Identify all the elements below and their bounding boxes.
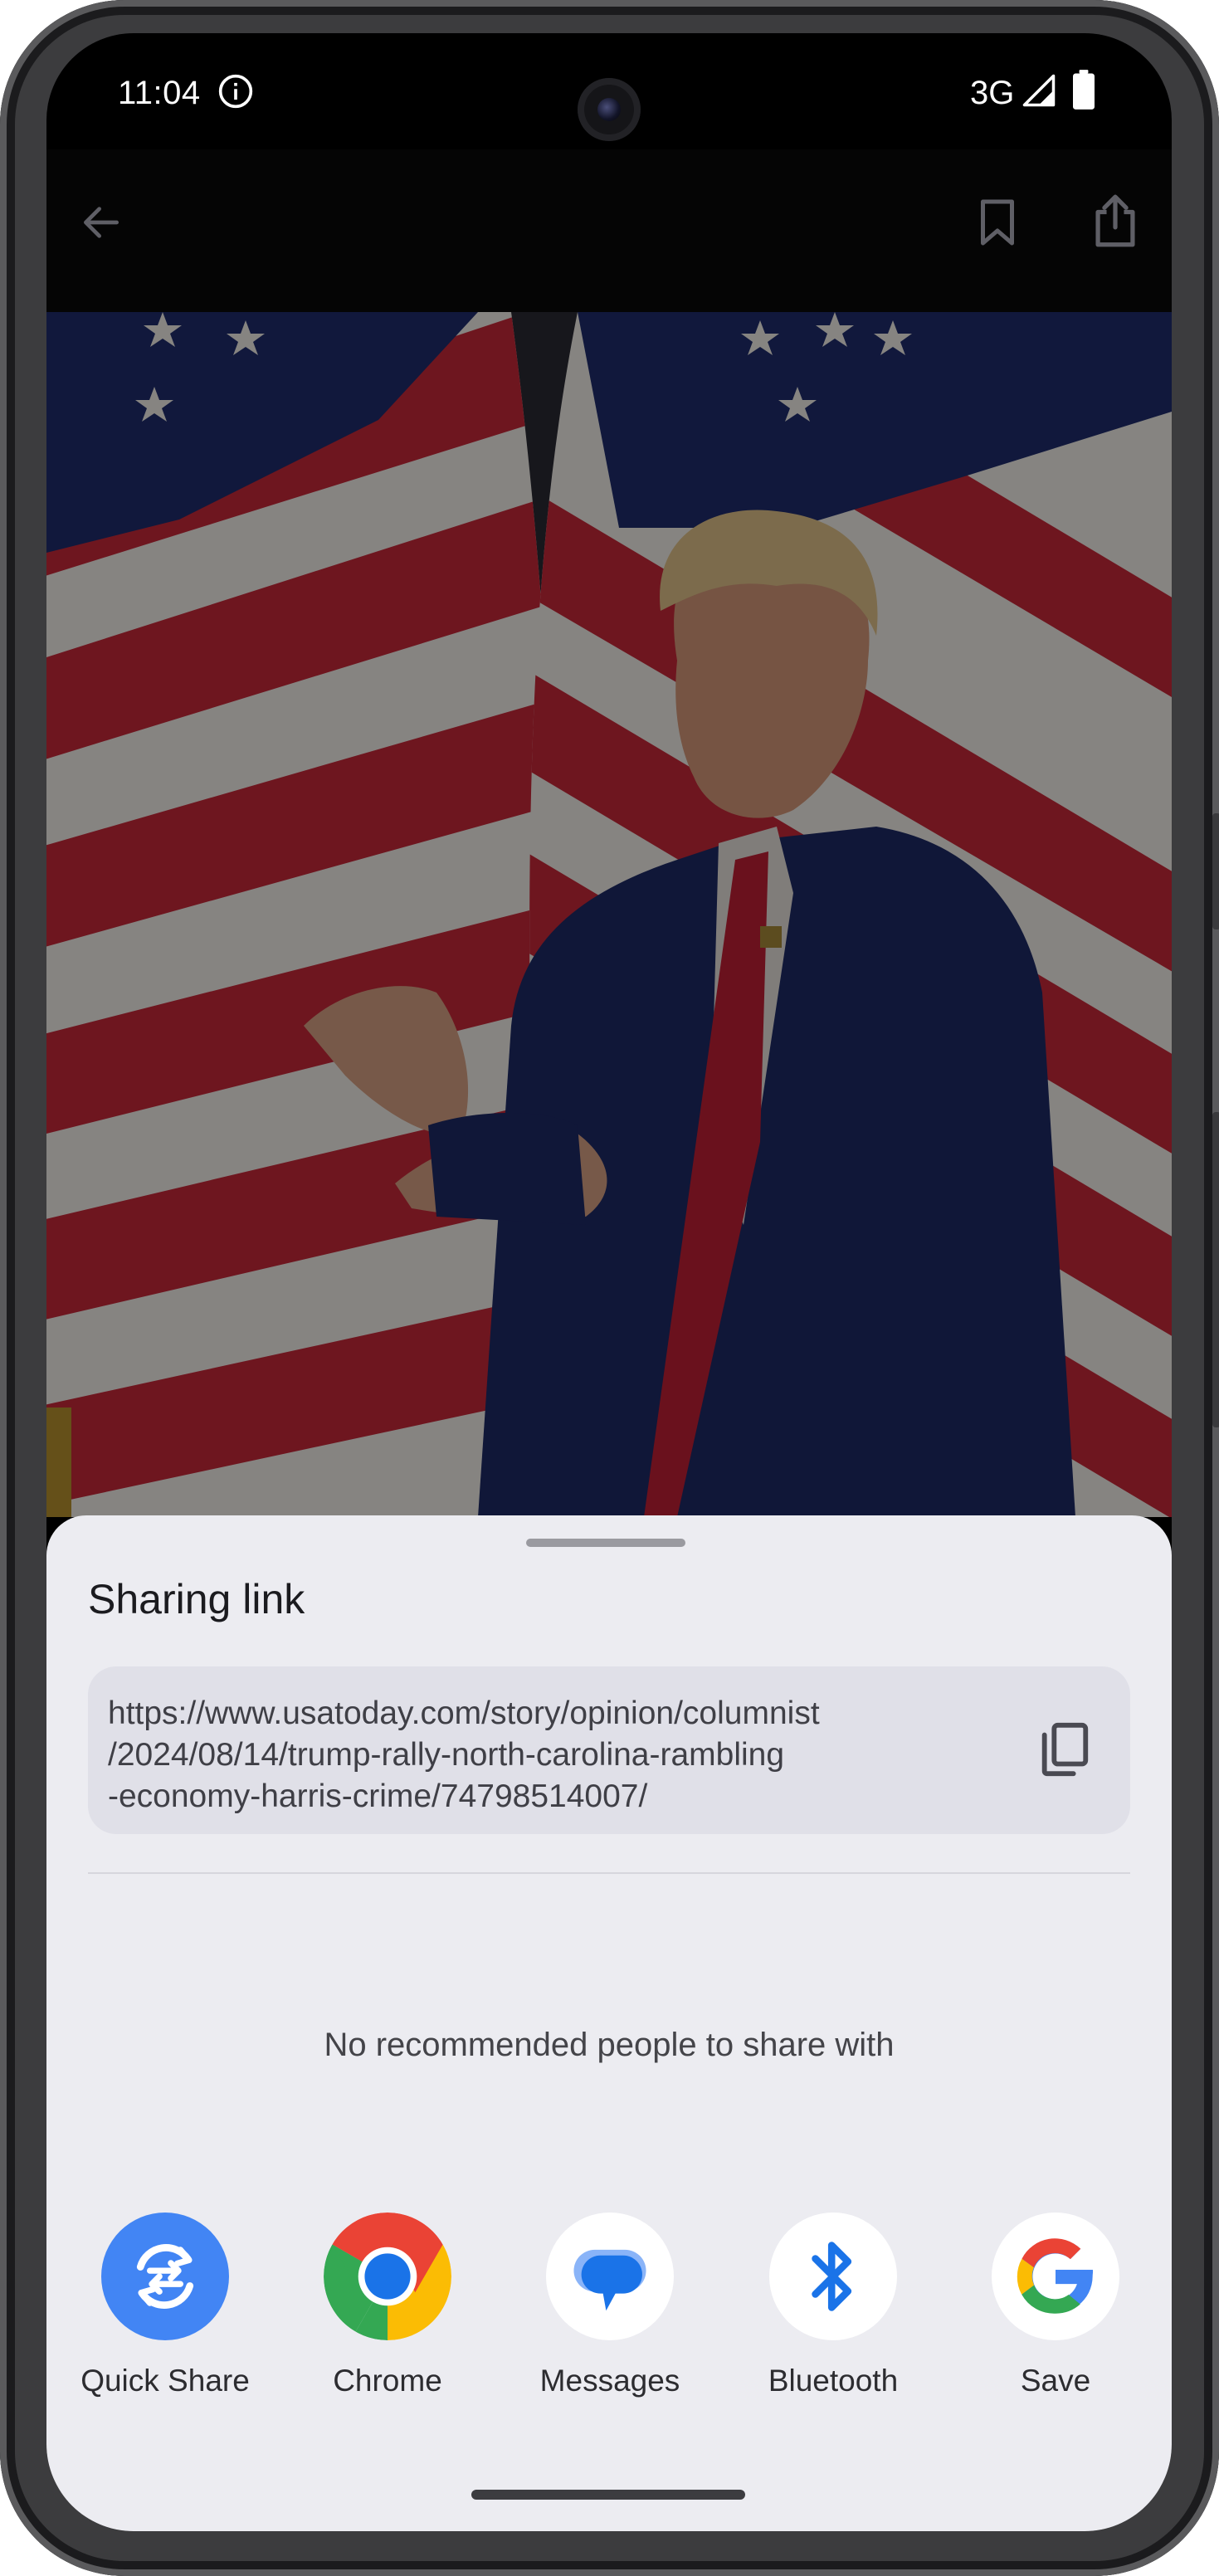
status-bar: 11:04 3G [46,33,1172,141]
quick-share-icon [101,2213,229,2340]
share-target-bluetooth[interactable]: Bluetooth [734,2213,933,2398]
share-target-chrome[interactable]: Chrome [288,2213,487,2398]
shared-url: https://www.usatoday.com/story/opinion/c… [108,1693,954,1817]
share-target-label: Save [1020,2364,1091,2398]
share-target-label: Bluetooth [768,2364,899,2398]
bluetooth-icon [769,2213,897,2340]
divider [88,1872,1130,1874]
back-arrow-icon [84,207,119,238]
copy-icon [1041,1722,1089,1777]
volume-button [1212,813,1219,929]
home-indicator[interactable] [471,2490,745,2500]
info-icon [218,74,253,109]
url-preview: https://www.usatoday.com/story/opinion/c… [88,1666,1130,1834]
google-icon [992,2213,1119,2340]
no-recommendations-text: No recommended people to share with [324,2027,895,2063]
url-line: /2024/08/14/trump-rally-north-carolina-r… [108,1737,785,1773]
front-camera [578,78,641,141]
share-target-label: Quick Share [80,2364,250,2398]
network-type: 3G [970,75,1015,111]
status-time: 11:04 [118,75,201,111]
sheet-scrim[interactable] [46,312,1172,1517]
chrome-icon [324,2213,451,2340]
battery-icon [1073,70,1095,110]
phone-frame: 11:04 3G Sharing link https://www.usatod… [0,0,1219,2576]
sheet-title: Sharing link [88,1576,305,1622]
url-line: https://www.usatoday.com/story/opinion/c… [108,1695,820,1731]
share-target-quick-share[interactable]: Quick Share [66,2213,265,2398]
article-image [46,312,1172,1517]
bookmark-button[interactable] [964,189,1031,256]
screen: 11:04 3G Sharing link https://www.usatod… [46,33,1172,2531]
url-line: -economy-harris-crime/74798514007/ [108,1778,648,1814]
drag-handle[interactable] [526,1539,685,1547]
bookmark-icon [981,199,1014,246]
copy-button[interactable] [1031,1716,1097,1783]
share-sheet: Sharing link https://www.usatoday.com/st… [46,1515,1172,2531]
share-icon [1095,194,1135,247]
back-button[interactable] [68,189,134,256]
share-target-save[interactable]: Save [956,2213,1155,2398]
share-button[interactable] [1082,188,1148,254]
messages-icon [546,2213,674,2340]
share-target-messages[interactable]: Messages [510,2213,709,2398]
power-button [1212,1112,1219,1427]
share-target-label: Chrome [333,2364,442,2398]
share-target-label: Messages [539,2364,680,2398]
signal-icon [1022,74,1056,107]
app-bar [46,149,1172,315]
